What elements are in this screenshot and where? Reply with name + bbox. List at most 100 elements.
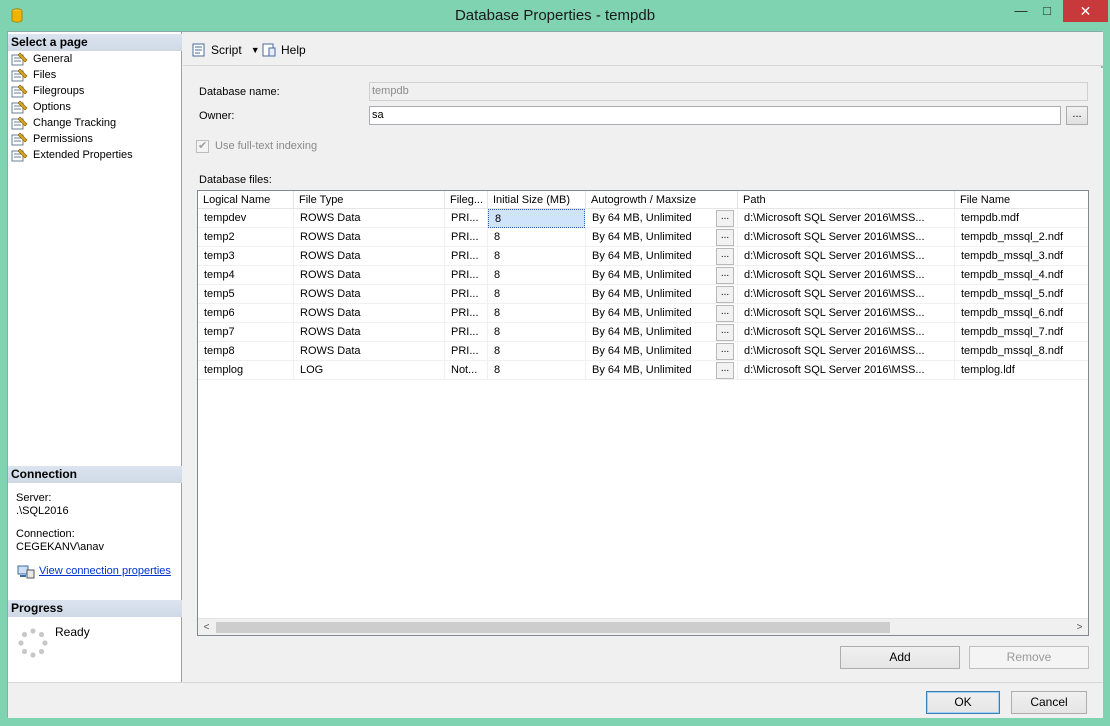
table-cell: d:\Microsoft SQL Server 2016\MSS... bbox=[738, 361, 955, 380]
connection-header: Connection bbox=[8, 466, 182, 483]
table-cell: tempdb_mssql_6.ndf bbox=[955, 304, 1088, 323]
title-bar[interactable]: Database Properties - tempdb — □ ✕ bbox=[0, 0, 1110, 31]
table-cell: temp6 bbox=[198, 304, 294, 323]
page-list: General Files Filegroups Options Change Trac… bbox=[11, 51, 133, 163]
table-cell[interactable]: 8 bbox=[488, 285, 586, 304]
table-cell: d:\Microsoft SQL Server 2016\MSS... bbox=[738, 228, 955, 247]
table-row[interactable]: temp8 ROWS Data PRI... 8 By 64 MB, Unlimited… bbox=[198, 342, 1088, 361]
column-header[interactable]: File Name bbox=[955, 191, 1088, 209]
table-cell: Not... bbox=[445, 361, 488, 380]
table-cell: PRI... bbox=[445, 228, 488, 247]
table-cell[interactable]: 8 bbox=[488, 247, 586, 266]
table-cell: temp3 bbox=[198, 247, 294, 266]
remove-button[interactable]: Remove bbox=[969, 646, 1089, 669]
minimize-button[interactable]: — bbox=[1008, 0, 1034, 22]
table-cell: PRI... bbox=[445, 342, 488, 361]
scroll-left-icon[interactable]: < bbox=[198, 619, 215, 635]
table-cell[interactable]: 8 bbox=[488, 228, 586, 247]
column-header[interactable]: Logical Name bbox=[198, 191, 294, 209]
table-cell[interactable]: 8 bbox=[488, 323, 586, 342]
table-cell[interactable]: 8 bbox=[488, 342, 586, 361]
table-cell: PRI... bbox=[445, 209, 488, 228]
column-header[interactable]: Fileg... bbox=[445, 191, 488, 209]
table-row[interactable]: temp7 ROWS Data PRI... 8 By 64 MB, Unlimited… bbox=[198, 323, 1088, 342]
table-cell: temp4 bbox=[198, 266, 294, 285]
autogrowth-edit-button[interactable]: ... bbox=[716, 210, 734, 227]
help-icon bbox=[262, 43, 276, 57]
page-item-options[interactable]: Options bbox=[11, 99, 133, 115]
table-cell: temp5 bbox=[198, 285, 294, 304]
dialog-button-bar: OK Cancel bbox=[8, 682, 1103, 718]
table-cell: tempdev bbox=[198, 209, 294, 228]
table-cell[interactable]: 8 bbox=[488, 266, 586, 285]
page-item-change-tracking[interactable]: Change Tracking bbox=[11, 115, 133, 131]
table-row[interactable]: temp4 ROWS Data PRI... 8 By 64 MB, Unlimited… bbox=[198, 266, 1088, 285]
table-cell: ROWS Data bbox=[294, 247, 445, 266]
cancel-button[interactable]: Cancel bbox=[1011, 691, 1087, 714]
table-cell: tempdb_mssql_2.ndf bbox=[955, 228, 1088, 247]
page-item-extended-properties[interactable]: Extended Properties bbox=[11, 147, 133, 163]
maximize-button[interactable]: □ bbox=[1034, 0, 1060, 22]
scrollbar-thumb[interactable] bbox=[216, 622, 890, 633]
column-header[interactable]: Initial Size (MB) bbox=[488, 191, 586, 209]
add-button[interactable]: Add bbox=[840, 646, 960, 669]
table-cell[interactable]: 8 bbox=[488, 361, 586, 380]
table-cell: ROWS Data bbox=[294, 209, 445, 228]
help-label: Help bbox=[281, 43, 306, 57]
owner-browse-button[interactable]: ... bbox=[1066, 106, 1088, 125]
fulltext-indexing-checkbox[interactable] bbox=[196, 139, 209, 153]
autogrowth-edit-button[interactable]: ... bbox=[716, 286, 734, 303]
ok-button[interactable]: OK bbox=[926, 691, 1000, 714]
close-button[interactable]: ✕ bbox=[1063, 0, 1108, 22]
page-item-label: Change Tracking bbox=[33, 117, 117, 129]
horizontal-scrollbar[interactable]: < > bbox=[198, 618, 1088, 635]
table-row[interactable]: tempdev ROWS Data PRI... 8 By 64 MB, Unlimit… bbox=[198, 209, 1088, 228]
table-cell[interactable]: 8 bbox=[488, 304, 586, 323]
autogrowth-edit-button[interactable]: ... bbox=[716, 324, 734, 341]
owner-field[interactable]: sa bbox=[369, 106, 1061, 125]
view-connection-properties-link[interactable]: View connection properties bbox=[39, 565, 171, 578]
autogrowth-edit-button[interactable]: ... bbox=[716, 229, 734, 246]
table-cell: templog.ldf bbox=[955, 361, 1088, 380]
left-panel: Select a page General Files Filegroups Opti… bbox=[8, 32, 182, 682]
autogrowth-edit-button[interactable]: ... bbox=[716, 305, 734, 322]
chevron-down-icon[interactable]: ▼ bbox=[251, 45, 260, 55]
scroll-right-icon[interactable]: > bbox=[1071, 619, 1088, 635]
server-label: Server: bbox=[16, 492, 52, 504]
table-cell: temp7 bbox=[198, 323, 294, 342]
table-cell: d:\Microsoft SQL Server 2016\MSS... bbox=[738, 323, 955, 342]
files-page-content: Database name: tempdb Owner: sa ... Use … bbox=[183, 68, 1103, 682]
table-row[interactable]: temp6 ROWS Data PRI... 8 By 64 MB, Unlimited… bbox=[198, 304, 1088, 323]
table-cell: ROWS Data bbox=[294, 304, 445, 323]
help-button[interactable]: Help bbox=[261, 41, 306, 59]
script-button[interactable]: Script ▼ bbox=[191, 41, 260, 59]
table-cell: temp8 bbox=[198, 342, 294, 361]
connection-value: CEGEKANV\anav bbox=[16, 541, 105, 553]
page-item-files[interactable]: Files bbox=[11, 67, 133, 83]
table-row[interactable]: temp2 ROWS Data PRI... 8 By 64 MB, Unlimited… bbox=[198, 228, 1088, 247]
page-item-permissions[interactable]: Permissions bbox=[11, 131, 133, 147]
script-icon bbox=[192, 43, 205, 57]
page-item-general[interactable]: General bbox=[11, 51, 133, 67]
wrench-page-icon bbox=[11, 68, 29, 82]
database-files-grid[interactable]: Logical Name File Type Fileg... Initial Siz… bbox=[197, 190, 1089, 636]
column-header[interactable]: File Type bbox=[294, 191, 445, 209]
autogrowth-edit-button[interactable]: ... bbox=[716, 248, 734, 265]
autogrowth-edit-button[interactable]: ... bbox=[716, 267, 734, 284]
table-cell: d:\Microsoft SQL Server 2016\MSS... bbox=[738, 304, 955, 323]
database-name-field[interactable]: tempdb bbox=[369, 82, 1088, 101]
table-row[interactable]: temp3 ROWS Data PRI... 8 By 64 MB, Unlimited… bbox=[198, 247, 1088, 266]
database-properties-window: Database Properties - tempdb — □ ✕ Selec… bbox=[0, 0, 1110, 726]
table-cell: PRI... bbox=[445, 323, 488, 342]
column-header[interactable]: Path bbox=[738, 191, 955, 209]
page-item-filegroups[interactable]: Filegroups bbox=[11, 83, 133, 99]
table-row[interactable]: templog LOG Not... 8 By 64 MB, Unlimited d:\M… bbox=[198, 361, 1088, 380]
table-row[interactable]: temp5 ROWS Data PRI... 8 By 64 MB, Unlimited… bbox=[198, 285, 1088, 304]
wrench-page-icon bbox=[11, 100, 29, 114]
autogrowth-edit-button[interactable]: ... bbox=[716, 343, 734, 360]
column-header[interactable]: Autogrowth / Maxsize bbox=[586, 191, 738, 209]
table-cell: d:\Microsoft SQL Server 2016\MSS... bbox=[738, 209, 955, 228]
autogrowth-edit-button[interactable]: ... bbox=[716, 362, 734, 379]
table-cell: tempdb_mssql_7.ndf bbox=[955, 323, 1088, 342]
table-cell[interactable]: 8 bbox=[488, 209, 585, 228]
